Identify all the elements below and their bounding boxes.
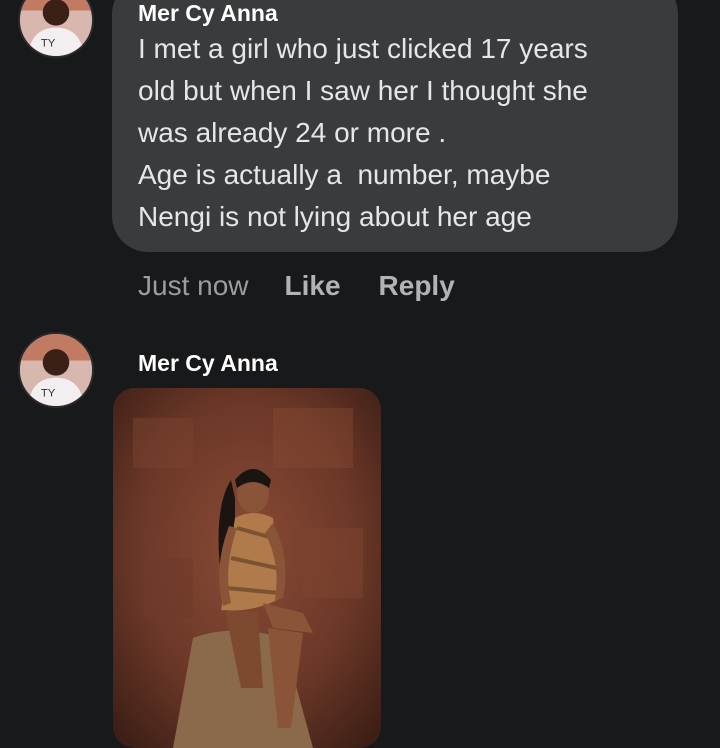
- avatar[interactable]: TY: [18, 0, 94, 58]
- reply-button[interactable]: Reply: [379, 270, 455, 302]
- comment-author[interactable]: Mer Cy Anna: [138, 350, 278, 376]
- avatar-photo: TY: [20, 0, 92, 56]
- comment-author[interactable]: Mer Cy Anna: [138, 0, 278, 26]
- comment-text: I met a girl who just clicked 17 years o…: [138, 33, 588, 232]
- photo-image: [113, 388, 381, 748]
- comment-actions: Just now Like Reply: [138, 268, 493, 304]
- comment-timestamp: Just now: [138, 270, 249, 301]
- comment-photo[interactable]: [113, 388, 381, 748]
- like-button[interactable]: Like: [285, 270, 341, 302]
- svg-text:TY: TY: [41, 38, 56, 50]
- svg-text:TY: TY: [41, 388, 56, 400]
- avatar[interactable]: TY: [18, 332, 94, 408]
- avatar-photo: TY: [20, 334, 92, 406]
